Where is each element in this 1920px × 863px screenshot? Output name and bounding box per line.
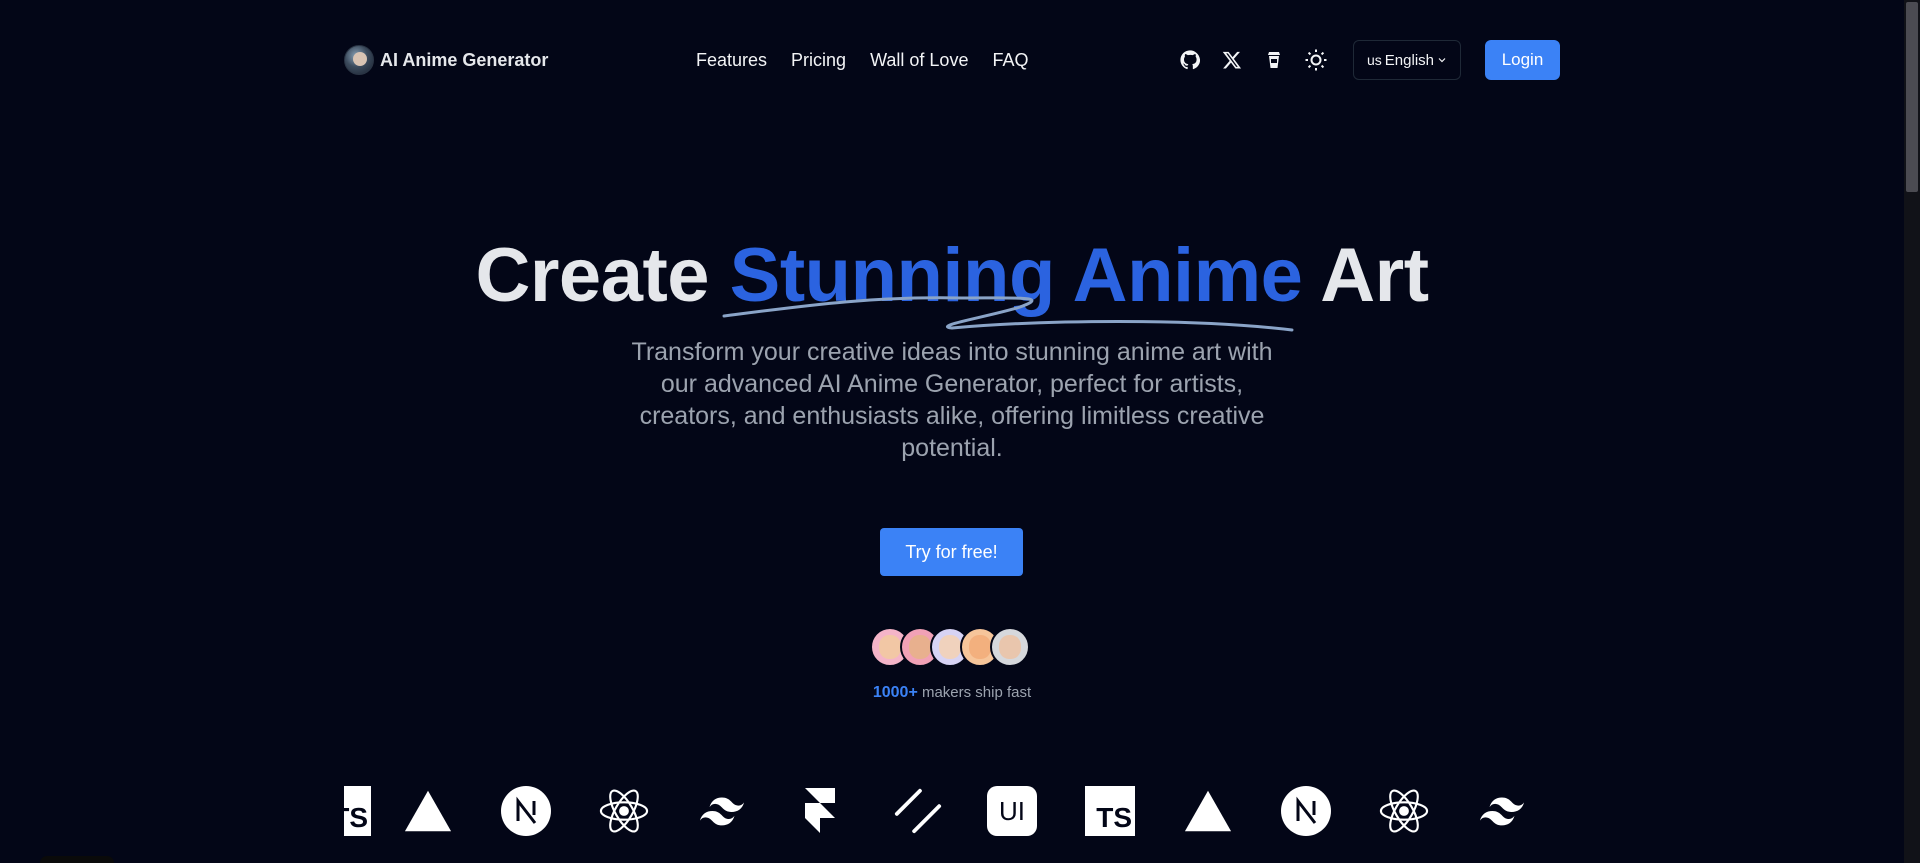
page-scrollbar[interactable] xyxy=(1904,0,1920,863)
sun-icon[interactable] xyxy=(1303,47,1329,73)
makers-count: 1000+ xyxy=(872,684,918,701)
brand-name: AI Anime Generator xyxy=(380,49,549,70)
try-for-free-button[interactable]: Try for free! xyxy=(880,528,1023,576)
landing-page: AI Anime Generator Features Pricing Wall… xyxy=(0,0,1920,863)
ui-icon: UI xyxy=(987,786,1037,836)
title-underline-squiggle xyxy=(722,296,1294,332)
corner-widget[interactable] xyxy=(40,856,114,863)
scrollbar-thumb[interactable] xyxy=(1906,2,1918,192)
language-label: English xyxy=(1384,51,1434,69)
tech-logo-strip: TS UI TS xyxy=(344,786,1560,836)
shadcn-icon xyxy=(893,786,943,836)
x-icon[interactable] xyxy=(1219,47,1245,73)
nextjs-icon xyxy=(1281,786,1331,836)
vercel-icon xyxy=(1183,786,1233,836)
nav-features[interactable]: Features xyxy=(696,50,767,71)
maker-avatars xyxy=(870,627,1030,667)
typescript-icon: TS xyxy=(1085,786,1135,836)
flag-label: us xyxy=(1367,52,1382,68)
typescript-icon: TS xyxy=(344,786,371,836)
brand-link[interactable]: AI Anime Generator xyxy=(344,45,548,75)
react-icon xyxy=(599,786,649,836)
nav-wall-of-love[interactable]: Wall of Love xyxy=(870,50,968,71)
tech-logo-track: TS UI TS xyxy=(344,786,1560,836)
makers-label: makers ship fast xyxy=(917,684,1032,701)
hero-title-start: Create xyxy=(475,233,730,318)
chevron-down-icon xyxy=(1438,58,1446,63)
login-button[interactable]: Login xyxy=(1485,40,1560,80)
framer-icon xyxy=(795,786,845,836)
tailwind-icon xyxy=(697,786,747,836)
avatar xyxy=(990,627,1030,667)
site-header: AI Anime Generator Features Pricing Wall… xyxy=(344,40,1560,80)
github-icon[interactable] xyxy=(1177,47,1203,73)
brand-logo-icon xyxy=(344,45,374,75)
coffee-icon[interactable] xyxy=(1261,47,1287,73)
nav-pricing[interactable]: Pricing xyxy=(791,50,846,71)
header-actions: us English Login xyxy=(1177,40,1560,80)
makers-count-text: 1000+ makers ship fast xyxy=(0,684,1904,702)
nextjs-icon xyxy=(501,786,551,836)
react-icon xyxy=(1379,786,1429,836)
hero-title-end: Art xyxy=(1302,233,1429,318)
nav-faq[interactable]: FAQ xyxy=(992,50,1028,71)
language-select[interactable]: us English xyxy=(1353,40,1461,80)
vercel-icon xyxy=(403,786,453,836)
tailwind-icon xyxy=(1477,786,1527,836)
main-nav: Features Pricing Wall of Love FAQ xyxy=(696,40,1028,80)
hero-subtitle: Transform your creative ideas into stunn… xyxy=(631,338,1273,462)
